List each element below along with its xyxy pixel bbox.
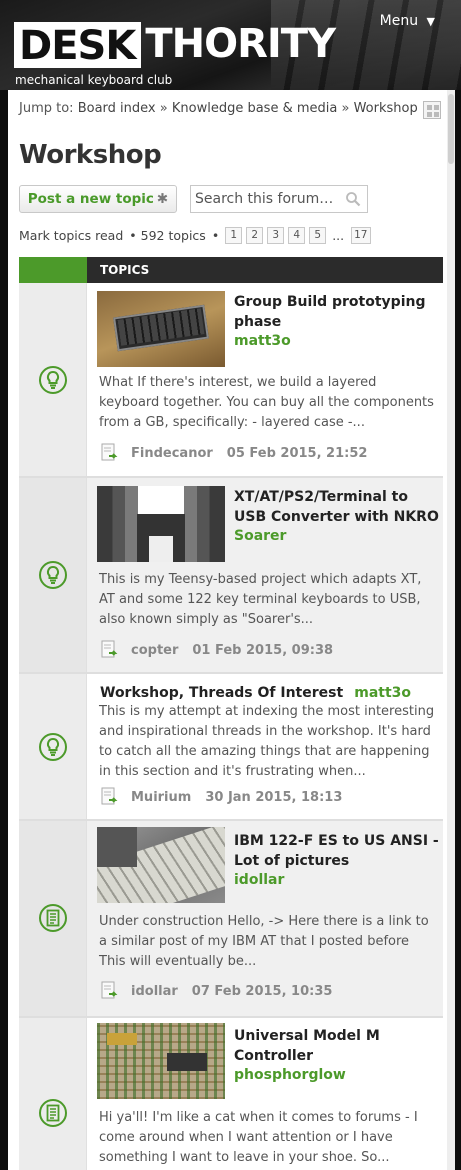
last-poster[interactable]: Findecanor [131,446,213,461]
topic-heading: Workshop, Threads Of Interest matt3o [100,682,411,701]
last-post: idollar 07 Feb 2015, 10:35 [99,981,332,1001]
pagination-ellipsis: ... [332,228,345,243]
topic-thumbnail[interactable] [97,486,225,562]
topic-title[interactable]: Workshop, Threads Of Interest [100,685,343,701]
topic-excerpt: Hi ya'll! I'm like a cat when it comes t… [99,1110,418,1165]
page-title: Workshop [19,140,162,170]
logo-desk: DESK [14,22,142,68]
goto-last-post-icon[interactable] [99,640,119,660]
document-icon [39,1099,67,1127]
topic-thumbnail[interactable] [97,827,225,903]
topic-excerpt: This is my attempt at indexing the most … [99,704,435,779]
post-new-topic-label: Post a new topic [27,191,154,207]
last-post: copter 01 Feb 2015, 09:38 [99,640,333,660]
pagination-bar: Mark topics read • 592 topics • 1 2 3 4 … [19,227,371,244]
topic-row[interactable]: IBM 122-F ES to US ANSI - Lot of picture… [19,821,443,1018]
forum-search [190,185,368,213]
goto-last-post-icon[interactable] [99,787,119,807]
page-link-1[interactable]: 1 [225,227,243,244]
last-post-date: 05 Feb 2015, 21:52 [226,445,368,461]
topic-title[interactable]: IBM 122-F ES to US ANSI - Lot of picture… [234,831,439,871]
site-logo[interactable]: DESK THORITY [14,21,336,68]
mark-topics-read-link[interactable]: Mark topics read [19,228,123,243]
topics-header: TOPICS [19,257,443,283]
search-icon[interactable] [345,191,361,207]
sitemap-icon[interactable] [423,101,441,119]
topic-row[interactable]: Group Build prototyping phase matt3o Wha… [19,283,443,478]
menu-label: Menu [379,13,419,29]
breadcrumb-separator: » [341,101,350,116]
topic-excerpt: This is my Teensy-based project which ad… [99,572,422,627]
menu-button[interactable]: Menu ▼ [380,13,435,29]
last-post-date: 07 Feb 2015, 10:35 [191,983,333,999]
site-header: DESK THORITY mechanical keyboard club Me… [0,0,461,90]
page-link-2[interactable]: 2 [246,227,264,244]
last-poster[interactable]: copter [131,643,178,658]
page-link-5[interactable]: 5 [309,227,327,244]
topic-excerpt: What If there's interest, we build a lay… [99,375,434,430]
search-input[interactable] [191,186,341,212]
lightbulb-icon [39,561,67,589]
bullet: • [129,228,137,243]
topic-row[interactable]: XT/AT/PS2/Terminal to USB Converter with… [19,478,443,674]
topic-row[interactable]: Workshop, Threads Of Interest matt3o Thi… [19,674,443,821]
topic-status [19,674,87,819]
site-tagline: mechanical keyboard club [15,73,173,87]
lightbulb-icon [39,733,67,761]
topics-header-accent [19,257,87,283]
topic-author[interactable]: matt3o [234,333,291,349]
main-panel: Jump to: Board index » Knowledge base & … [8,90,455,1170]
last-poster[interactable]: Muirium [131,790,191,805]
chevron-down-icon: ▼ [426,15,435,28]
topic-status [19,283,87,476]
asterisk-icon: ✱ [156,191,169,207]
topic-title[interactable]: Group Build prototyping phase [234,292,439,332]
topic-author[interactable]: idollar [234,872,284,888]
topic-count: 592 topics [140,228,206,243]
page-link-last[interactable]: 17 [351,227,371,244]
topic-author[interactable]: phosphorglow [234,1067,346,1083]
breadcrumb-board-index[interactable]: Board index [78,101,156,116]
breadcrumb-knowledge-base[interactable]: Knowledge base & media [172,101,337,116]
topic-status [19,1018,87,1170]
scrollbar[interactable] [447,90,455,1170]
goto-last-post-icon[interactable] [99,981,119,1001]
breadcrumb-separator: » [159,101,168,116]
topic-title[interactable]: Universal Model M Controller [234,1026,439,1066]
topic-author[interactable]: Soarer [234,528,286,544]
breadcrumb-workshop[interactable]: Workshop [354,101,418,116]
scrollbar-thumb[interactable] [448,94,454,164]
last-post: Findecanor 05 Feb 2015, 21:52 [99,443,367,463]
topic-row[interactable]: Universal Model M Controller phosphorglo… [19,1018,443,1170]
document-icon [39,904,67,932]
page-link-4[interactable]: 4 [288,227,306,244]
breadcrumb: Jump to: Board index » Knowledge base & … [19,101,418,116]
topic-excerpt: Under construction Hello, -> Here there … [99,914,429,969]
post-new-topic-button[interactable]: Post a new topic ✱ [19,185,177,213]
bullet: • [211,228,220,243]
topic-author[interactable]: matt3o [354,685,411,701]
page-link-3[interactable]: 3 [267,227,285,244]
breadcrumb-jump-label: Jump to: [19,101,74,116]
last-post: Muirium 30 Jan 2015, 18:13 [99,787,342,807]
last-poster[interactable]: idollar [131,984,178,999]
last-post-date: 30 Jan 2015, 18:13 [205,789,343,805]
topic-status [19,821,87,1016]
last-post-date: 01 Feb 2015, 09:38 [192,642,334,658]
goto-last-post-icon[interactable] [99,443,119,463]
lightbulb-icon [39,366,67,394]
logo-thority: THORITY [145,21,336,67]
topic-status [19,478,87,672]
topic-thumbnail[interactable] [97,291,225,367]
topics-header-label: TOPICS [100,263,150,277]
topic-title[interactable]: XT/AT/PS2/Terminal to USB Converter with… [234,487,439,527]
topic-thumbnail[interactable] [97,1023,225,1099]
